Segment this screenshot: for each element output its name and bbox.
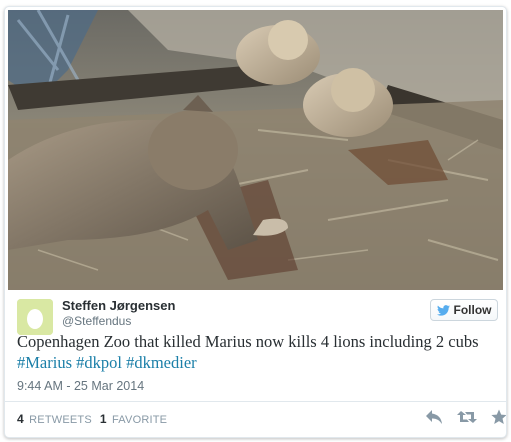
follow-label: Follow [453,303,492,317]
retweet-icon[interactable] [457,409,477,425]
retweets-stat[interactable]: 4 RETWEETS [17,412,92,426]
tweet-card: Steffen Jørgensen @Steffendus Follow Cop… [4,6,507,438]
favorites-count: 1 [99,412,107,426]
tweet-stats: 4 RETWEETS 1 FAVORITE [17,412,167,426]
author-name[interactable]: Steffen Jørgensen [62,298,175,313]
tweet-photo[interactable] [8,10,503,290]
hashtag-link[interactable]: #dkpol [76,353,122,372]
tweet-text-main: Copenhagen Zoo that killed Marius now ki… [17,332,479,351]
twitter-bird-icon [436,304,450,316]
author-avatar[interactable] [17,299,53,335]
author-handle[interactable]: @Steffendus [62,314,131,328]
favorites-stat[interactable]: 1 FAVORITE [99,412,168,426]
tweet-timestamp[interactable]: 9:44 AM - 25 Mar 2014 [17,379,144,393]
retweets-label: RETWEETS [29,414,92,426]
egg-avatar-icon [17,299,53,335]
follow-button[interactable]: Follow [430,299,498,321]
favorites-label: FAVORITE [112,414,168,426]
lions-photo-image [8,10,503,290]
star-icon[interactable] [491,409,507,425]
hashtag-link[interactable]: #dkmedier [126,353,197,372]
tweet-text: Copenhagen Zoo that killed Marius now ki… [17,331,497,373]
divider [5,401,506,402]
reply-icon[interactable] [425,409,443,425]
retweets-count: 4 [17,412,24,426]
tweet-actions [425,409,507,425]
hashtag-link[interactable]: #Marius [17,353,72,372]
